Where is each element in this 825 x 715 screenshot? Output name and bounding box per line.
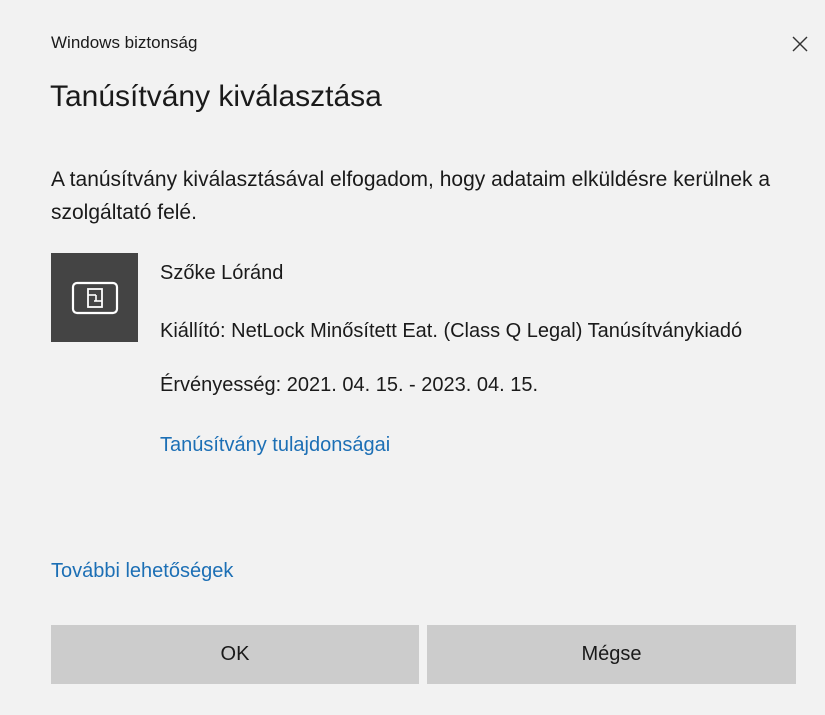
certificate-validity: Érvényesség: 2021. 04. 15. - 2023. 04. 1…: [160, 374, 539, 396]
certificate-name: Szőke Lóránd: [160, 262, 284, 284]
certificate-issuer: Kiállító: NetLock Minősített Eat. (Class…: [160, 320, 743, 342]
certificate-properties-link[interactable]: Tanúsítvány tulajdonságai: [160, 430, 390, 460]
close-icon: [792, 36, 808, 52]
close-button[interactable]: [782, 26, 818, 62]
certificate-card-icon: [71, 281, 118, 314]
window-title: Windows biztonság: [51, 33, 198, 52]
dialog-description: A tanúsítvány kiválasztásával elfogadom,…: [51, 168, 771, 224]
certificate-tile[interactable]: [51, 253, 138, 342]
more-options-link[interactable]: További lehetőségek: [51, 560, 233, 583]
certificate-info: Szőke Lóránd Kiállító: NetLock Minősítet…: [160, 258, 800, 460]
dialog-heading: Tanúsítvány kiválasztása: [50, 80, 382, 113]
ok-button[interactable]: OK: [51, 625, 419, 684]
cancel-button[interactable]: Mégse: [427, 625, 796, 684]
certificate-dialog: Windows biztonság Tanúsítvány kiválasztá…: [0, 0, 825, 715]
